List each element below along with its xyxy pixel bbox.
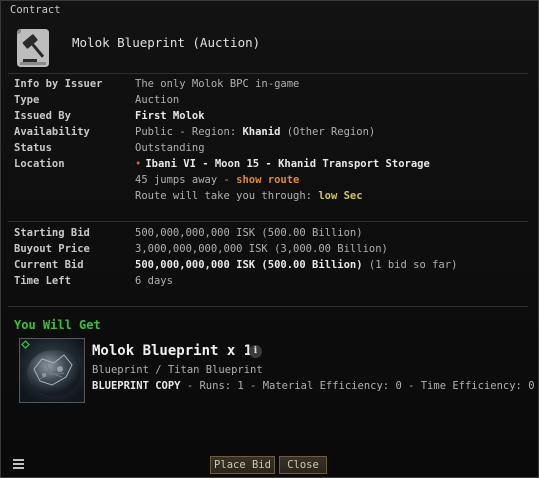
blueprint-copy-label: BLUEPRINT COPY xyxy=(92,380,181,392)
item-name[interactable]: Molok Blueprint x 1 xyxy=(92,343,252,359)
time-left-value: 6 days xyxy=(135,275,173,287)
window-title: Contract xyxy=(10,4,61,16)
blueprint-copy-stats: - Runs: 1 - Material Efficiency: 0 - Tim… xyxy=(180,380,535,392)
region-link[interactable]: Khanid xyxy=(242,126,280,138)
place-bid-button[interactable]: Place Bid xyxy=(210,456,275,474)
type-label: Type xyxy=(14,94,40,106)
route-text: Route will take you through: xyxy=(135,190,319,202)
item-copy-details: BLUEPRINT COPY - Runs: 1 - Material Effi… xyxy=(92,380,535,392)
divider xyxy=(8,73,528,74)
contract-title: Molok Blueprint (Auction) xyxy=(72,35,261,50)
route-value: Route will take you through: low Sec xyxy=(135,190,363,202)
current-bid-value: 500,000,000,000 ISK (500.00 Billion) (1 … xyxy=(135,259,457,271)
starting-bid-value: 500,000,000,000 ISK (500.00 Billion) xyxy=(135,227,363,239)
type-value: Auction xyxy=(135,94,180,106)
location-value: • Ibani VI - Moon 15 - Khanid Transport S… xyxy=(135,158,430,170)
divider xyxy=(8,306,528,307)
divider xyxy=(8,221,528,222)
you-will-get-heading: You Will Get xyxy=(14,318,101,332)
close-button[interactable]: Close xyxy=(279,456,327,474)
contract-auction-icon xyxy=(15,26,53,68)
availability-label: Availability xyxy=(14,126,90,138)
show-route-link[interactable]: show route xyxy=(236,174,299,186)
contract-window: Contract Molok Blueprint (Auction) Info … xyxy=(0,0,539,478)
location-label: Location xyxy=(14,158,65,170)
availability-suffix: (Other Region) xyxy=(280,126,376,138)
molok-blueprint-icon[interactable] xyxy=(19,338,85,403)
status-value: Outstanding xyxy=(135,142,205,154)
security-dot-icon: • xyxy=(135,158,142,170)
time-left-label: Time Left xyxy=(14,275,71,287)
jumps-value: 45 jumps away - show route xyxy=(135,174,299,186)
info-icon[interactable]: i xyxy=(249,345,262,358)
status-label: Status xyxy=(14,142,52,154)
current-bid-amount: 500,000,000,000 ISK (500.00 Billion) xyxy=(135,259,363,271)
jumps-text: 45 jumps away - xyxy=(135,174,237,186)
route-security: low Sec xyxy=(318,190,363,202)
issuer-link[interactable]: First Molok xyxy=(135,110,205,122)
availability-prefix: Public - Region: xyxy=(135,126,243,138)
info-by-issuer-label: Info by Issuer xyxy=(14,78,103,90)
issued-by-label: Issued By xyxy=(14,110,71,122)
bid-count-note: (1 bid so far) xyxy=(362,259,458,271)
item-category: Blueprint / Titan Blueprint xyxy=(92,364,263,376)
availability-value: Public - Region: Khanid (Other Region) xyxy=(135,126,375,138)
location-link[interactable]: Ibani VI - Moon 15 - Khanid Transport St… xyxy=(145,158,429,170)
current-bid-label: Current Bid xyxy=(14,259,84,271)
info-by-issuer-value: The only Molok BPC in-game xyxy=(135,78,300,90)
menu-icon[interactable] xyxy=(13,459,24,469)
buyout-price-value: 3,000,000,000,000 ISK (3,000.00 Billion) xyxy=(135,243,388,255)
buyout-price-label: Buyout Price xyxy=(14,243,90,255)
starting-bid-label: Starting Bid xyxy=(14,227,90,239)
